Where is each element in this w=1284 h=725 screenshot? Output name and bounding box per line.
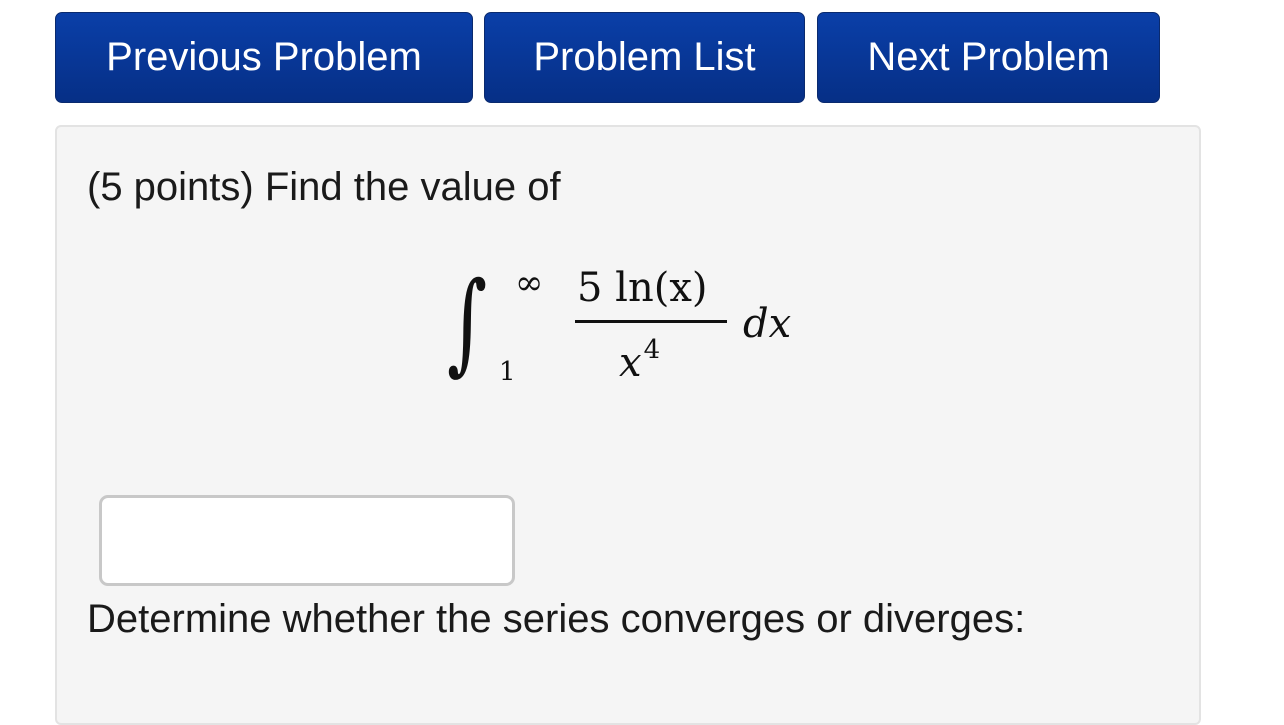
integral-lower-limit: 1 xyxy=(499,357,516,387)
integral-differential: dx xyxy=(743,301,792,347)
series-question: Determine whether the series converges o… xyxy=(87,597,1026,641)
integrand-denominator: x4 xyxy=(619,335,660,386)
previous-problem-button[interactable]: Previous Problem xyxy=(55,12,473,103)
denominator-exponent: 4 xyxy=(643,335,661,365)
integral-expression: ∫ ∞ 1 5 ln(x) x4 dx xyxy=(447,257,827,407)
integrand-numerator: 5 ln(x) xyxy=(577,265,708,311)
integral-upper-limit: ∞ xyxy=(515,263,544,303)
next-problem-button[interactable]: Next Problem xyxy=(817,12,1160,103)
problem-list-button[interactable]: Problem List xyxy=(484,12,805,103)
integral-sign-icon: ∫ xyxy=(447,258,488,386)
problem-prompt: (5 points) Find the value of xyxy=(87,165,561,209)
problem-panel: (5 points) Find the value of ∫ ∞ 1 5 ln(… xyxy=(55,125,1201,725)
denominator-base: x xyxy=(619,340,642,386)
answer-input[interactable] xyxy=(99,495,515,586)
fraction-bar xyxy=(575,320,727,323)
